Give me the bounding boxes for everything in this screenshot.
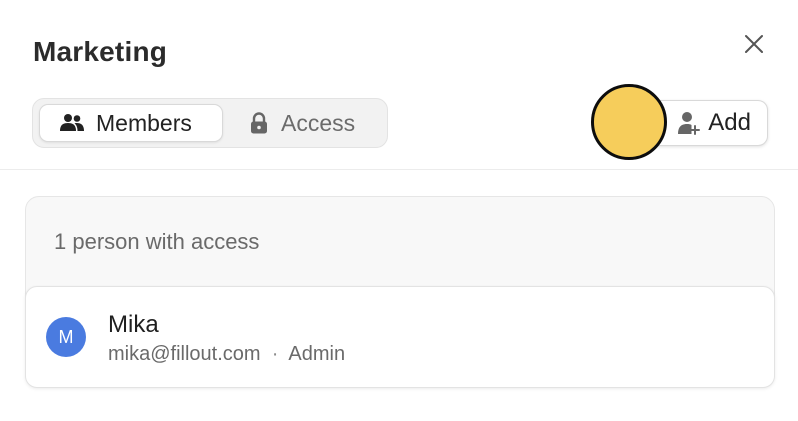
tab-members[interactable]: Members	[39, 104, 223, 142]
members-card: 1 person with access M Mika mika@fillout…	[25, 196, 775, 388]
tab-access[interactable]: Access	[245, 104, 385, 142]
close-icon	[745, 35, 763, 53]
avatar: M	[46, 317, 86, 357]
dialog-title: Marketing	[33, 36, 168, 67]
header-divider	[0, 169, 798, 170]
tab-access-label: Access	[281, 109, 356, 136]
share-dialog: Marketing Members Access Add 1 person wi…	[0, 0, 798, 421]
member-separator: ·	[271, 343, 279, 365]
member-row[interactable]: M Mika mika@fillout.com · Admin	[25, 286, 775, 388]
member-details: mika@fillout.com · Admin	[108, 343, 345, 366]
member-email: mika@fillout.com	[108, 343, 261, 365]
tab-members-label: Members	[96, 109, 192, 136]
lock-icon	[251, 112, 267, 134]
people-icon	[60, 114, 84, 131]
person-add-icon	[678, 112, 701, 135]
member-role: Admin	[288, 343, 346, 365]
cursor-indicator	[591, 84, 667, 160]
member-name: Mika	[108, 311, 159, 338]
access-count-heading: 1 person with access	[54, 229, 260, 254]
tab-switcher: Members Access	[32, 98, 388, 148]
add-button-label: Add	[708, 109, 751, 136]
close-button[interactable]	[738, 28, 770, 60]
